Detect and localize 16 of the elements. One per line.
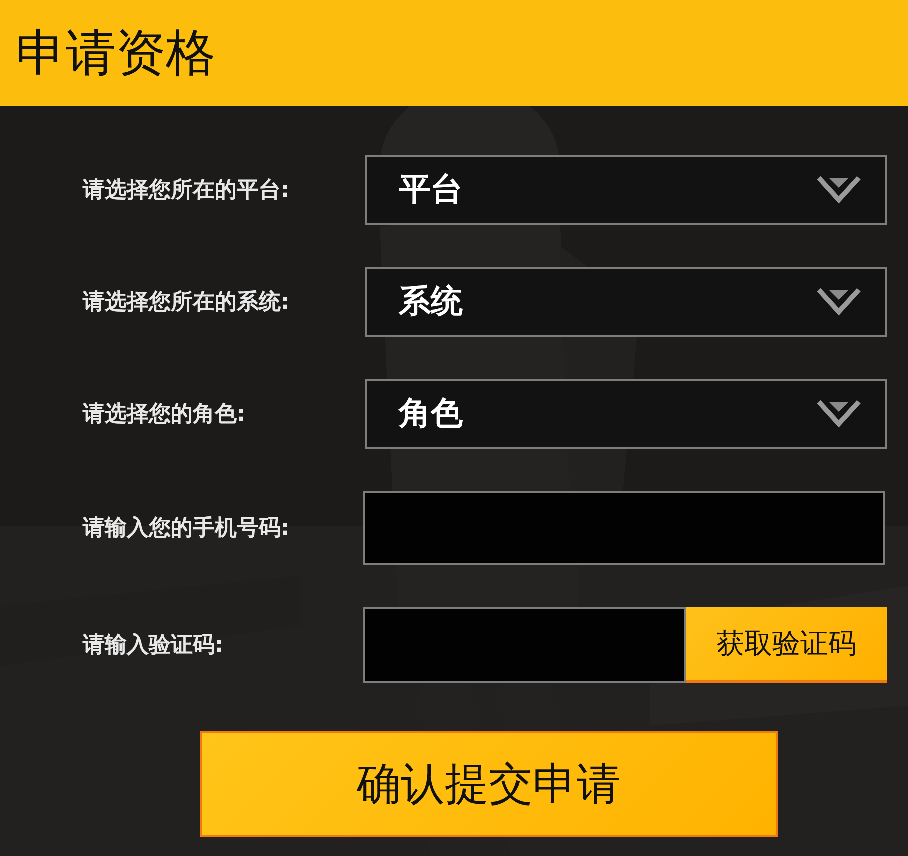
field-label: 请选择您所在的系统: — [83, 289, 291, 317]
field-label: 请选择您的角色: — [83, 401, 247, 429]
field-label: 请输入验证码: — [83, 632, 225, 660]
field-label: 请选择您所在的平台: — [83, 177, 291, 205]
page-title: 申请资格 — [16, 22, 216, 84]
get-code-button[interactable]: 获取验证码 — [686, 607, 887, 683]
field-label: 请输入您的手机号码: — [83, 515, 291, 543]
input-field[interactable] — [363, 491, 885, 565]
input-field[interactable] — [363, 607, 686, 683]
chevron-down-icon — [817, 176, 861, 204]
submit-button[interactable]: 确认提交申请 — [200, 731, 778, 837]
dropdown[interactable]: 角色 — [365, 379, 887, 449]
dropdown[interactable]: 平台 — [365, 155, 887, 225]
dropdown[interactable]: 系统 — [365, 267, 887, 337]
chevron-down-icon — [817, 288, 861, 316]
chevron-down-icon — [817, 400, 861, 428]
